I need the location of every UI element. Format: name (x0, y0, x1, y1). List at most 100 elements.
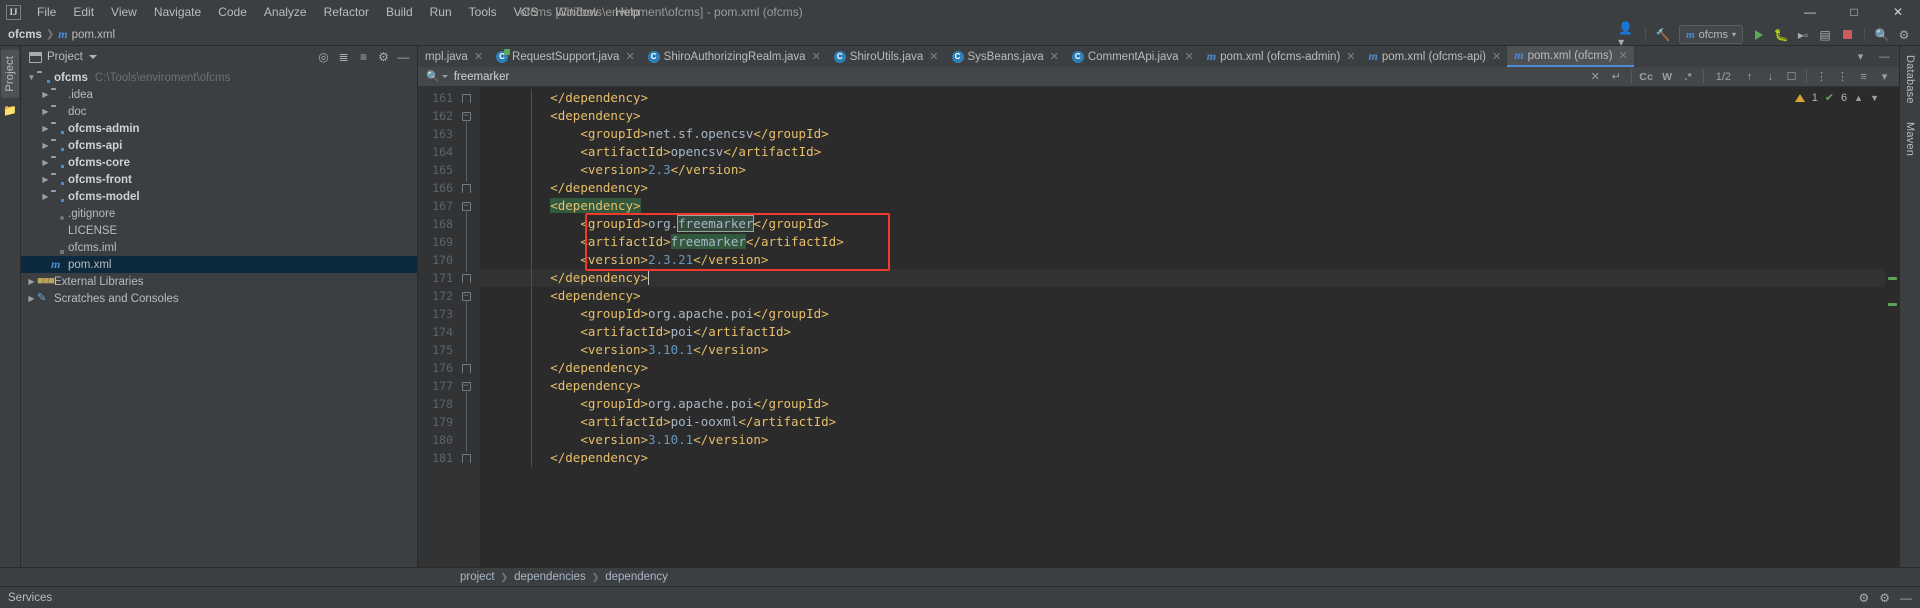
gutter-line[interactable]: 170 (418, 251, 480, 269)
chevron-right-icon[interactable]: ▶ (40, 107, 51, 116)
chevron-down-icon[interactable] (441, 75, 448, 78)
gutter-line[interactable]: 167− (418, 197, 480, 215)
prev-match-icon[interactable]: ↑ (1739, 68, 1760, 86)
close-tab-icon[interactable]: ✕ (1185, 50, 1194, 63)
fold-end-icon[interactable] (456, 453, 476, 463)
code-content[interactable]: </dependency> <dependency> <groupId>net.… (480, 87, 1885, 567)
close-tab-icon[interactable]: ✕ (1050, 50, 1059, 63)
chevron-down-icon[interactable]: ▾ (1850, 48, 1871, 66)
gutter-line[interactable]: 165 (418, 161, 480, 179)
match-case-icon[interactable]: Cc (1636, 68, 1657, 86)
hide-icon[interactable]: — (394, 48, 413, 67)
locate-icon[interactable]: ◎ (314, 48, 333, 67)
expand-results-icon[interactable]: ⋮ (1811, 68, 1832, 86)
run-configuration-selector[interactable]: m ofcms ▾ (1679, 25, 1743, 44)
tree-item-ofcms-admin[interactable]: ▶ ofcms-admin (21, 120, 417, 137)
gutter-line[interactable]: 168 (418, 215, 480, 233)
gutter-line[interactable]: 162− (418, 107, 480, 125)
code-line[interactable]: <version>2.3</version> (480, 161, 1885, 179)
rail-tab-project[interactable]: Project (1, 50, 19, 98)
rail-tab-maven[interactable]: Maven (1901, 117, 1919, 161)
chevron-right-icon[interactable]: ▶ (40, 192, 51, 201)
settings-icon[interactable]: ⚙ (1879, 591, 1890, 605)
breadcrumb-pom[interactable]: pom.xml (72, 29, 115, 41)
code-editor[interactable]: 161 162−163 164 165 166 167−168 169 170 171 172−1… (418, 87, 1899, 567)
chevron-right-icon[interactable]: ▶ (40, 158, 51, 167)
close-tab-icon[interactable]: ✕ (929, 50, 938, 63)
editor-tab-strip[interactable]: mpl.java ✕ C RequestSupport.java ✕ C ShiroAuth… (418, 46, 1899, 67)
breadcrumb-project-node[interactable]: project (460, 571, 495, 583)
editor-tab-sysbeans-java[interactable]: C SysBeans.java ✕ (945, 46, 1065, 67)
tree-item--idea[interactable]: ▶ .idea (21, 86, 417, 103)
run-with-coverage-icon[interactable]: ▸▫ (1793, 25, 1813, 45)
hide-icon[interactable]: — (1900, 591, 1912, 605)
editor-tab-commentapi-java[interactable]: C CommentApi.java ✕ (1065, 46, 1200, 67)
code-line[interactable]: <artifactId>opencsv</artifactId> (480, 143, 1885, 161)
minimize-button[interactable]: — (1788, 0, 1832, 24)
code-line[interactable]: <version>3.10.1</version> (480, 341, 1885, 359)
code-line[interactable]: <version>2.3.21</version> (480, 251, 1885, 269)
editor-tab-pom-xml-ofcms-[interactable]: m pom.xml (ofcms) ✕ (1507, 46, 1634, 67)
editor-tab-shiroutils-java[interactable]: C ShiroUtils.java ✕ (827, 46, 945, 67)
stripe-marker[interactable] (1888, 277, 1897, 280)
debug-icon[interactable]: 🐛 (1771, 25, 1791, 45)
code-line[interactable]: <dependency> (480, 107, 1885, 125)
inspection-summary[interactable]: 1 ✔ 6 ▲ ▼ (1794, 91, 1879, 104)
code-line[interactable]: <dependency> (480, 287, 1885, 305)
chevron-down-icon[interactable]: ▼ (1870, 93, 1879, 103)
project-tree[interactable]: ▼ ofcms C:\Tools\enviroment\ofcms ▶ .idea ▶ do… (21, 68, 417, 567)
tree-item-license[interactable]: LICENSE (21, 222, 417, 239)
settings-icon[interactable]: ⚙ (374, 48, 393, 67)
gutter-line[interactable]: 178 (418, 395, 480, 413)
tree-item-ofcms-core[interactable]: ▶ ofcms-core (21, 154, 417, 171)
tree-item-external-libraries[interactable]: ▶ ■■■ External Libraries (21, 273, 417, 290)
chevron-right-icon[interactable]: ▶ (26, 294, 37, 303)
code-line[interactable]: <groupId>org.apache.poi</groupId> (480, 305, 1885, 323)
search-input[interactable] (453, 70, 874, 83)
code-line[interactable]: <artifactId>freemarker</artifactId> (480, 233, 1885, 251)
close-button[interactable]: ✕ (1876, 0, 1920, 24)
editor-tab-mpl-java[interactable]: mpl.java ✕ (418, 46, 489, 67)
chevron-right-icon[interactable]: ▶ (40, 90, 51, 99)
collapse-results-icon[interactable]: ⋮ (1832, 68, 1853, 86)
chevron-down-icon[interactable] (88, 55, 97, 59)
gutter-line[interactable]: 172− (418, 287, 480, 305)
close-tab-icon[interactable]: ✕ (474, 50, 483, 63)
stop-icon[interactable] (1837, 25, 1857, 45)
regex-icon[interactable]: .* (1678, 68, 1699, 86)
chevron-right-icon[interactable]: ▶ (40, 141, 51, 150)
tree-item-ofcms-front[interactable]: ▶ ofcms-front (21, 171, 417, 188)
code-line[interactable]: <artifactId>poi-ooxml</artifactId> (480, 413, 1885, 431)
code-line[interactable]: </dependency> (480, 359, 1885, 377)
menu-file[interactable]: File (29, 2, 64, 22)
gutter-line[interactable]: 175 (418, 341, 480, 359)
editor-tab-shiroauthorizingrealm-java[interactable]: C ShiroAuthorizingRealm.java ✕ (641, 46, 827, 67)
profile-icon[interactable]: ▤ (1815, 25, 1835, 45)
event-log-icon[interactable]: ⚙ (1858, 591, 1869, 605)
account-icon[interactable]: 👤▾ (1618, 21, 1638, 49)
code-line[interactable]: </dependency> (480, 449, 1885, 467)
gutter-line[interactable]: 164 (418, 143, 480, 161)
menu-navigate[interactable]: Navigate (146, 2, 209, 22)
menu-view[interactable]: View (103, 2, 145, 22)
code-line[interactable]: <dependency> (480, 377, 1885, 395)
chevron-right-icon[interactable]: ▶ (26, 277, 37, 286)
menu-refactor[interactable]: Refactor (316, 2, 377, 22)
tree-item-ofcms-iml[interactable]: ofcms.iml (21, 239, 417, 256)
gutter-line[interactable]: 181 (418, 449, 480, 467)
hide-editor-icon[interactable]: — (1874, 48, 1895, 66)
structure-icon[interactable]: 📁 (3, 104, 17, 117)
menu-edit[interactable]: Edit (65, 2, 102, 22)
maximize-button[interactable]: □ (1832, 0, 1876, 24)
expand-icon[interactable]: ≡ (354, 48, 373, 67)
chevron-up-icon[interactable]: ▲ (1854, 93, 1863, 103)
filter-icon[interactable]: ▾ (1874, 68, 1895, 86)
fold-end-icon[interactable] (456, 93, 476, 103)
menu-analyze[interactable]: Analyze (256, 2, 315, 22)
code-line[interactable]: <groupId>org.freemarker</groupId> (480, 215, 1885, 233)
tree-item-ofcms[interactable]: ▼ ofcms C:\Tools\enviroment\ofcms (21, 69, 417, 86)
close-search-icon[interactable]: ✕ (1585, 68, 1606, 86)
menu-code[interactable]: Code (210, 2, 255, 22)
gutter-line[interactable]: 171 (418, 269, 480, 287)
breadcrumb-project[interactable]: ofcms (8, 29, 42, 41)
